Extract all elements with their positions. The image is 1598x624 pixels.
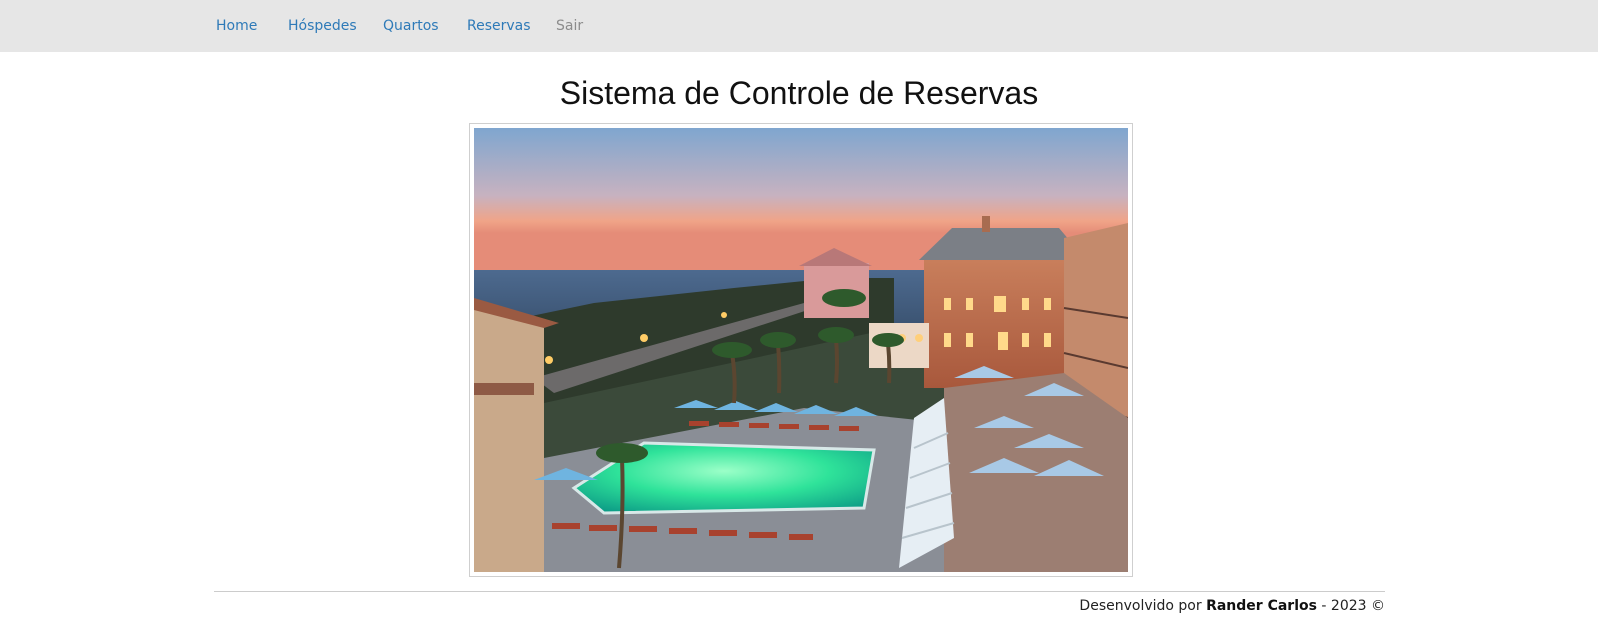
top-navbar: Home Hóspedes Quartos Reservas Sair: [0, 0, 1598, 52]
nav-link-hospedes[interactable]: Hóspedes: [288, 17, 357, 35]
footer-divider: [214, 591, 1385, 592]
hero-image: [474, 128, 1128, 572]
footer-author: Rander Carlos: [1206, 598, 1317, 614]
page-title: Sistema de Controle de Reservas: [559, 75, 1039, 111]
nav-link-quartos[interactable]: Quartos: [383, 17, 439, 35]
footer-prefix: Desenvolvido por: [1079, 598, 1202, 614]
nav-link-reservas[interactable]: Reservas: [467, 17, 531, 35]
nav-link-home[interactable]: Home: [216, 17, 257, 35]
hero-image-frame: [469, 123, 1133, 577]
nav-link-sair[interactable]: Sair: [556, 17, 583, 35]
footer-suffix: - 2023 ©: [1321, 598, 1385, 614]
footer-credits: Desenvolvido por Rander Carlos - 2023 ©: [1079, 597, 1385, 615]
